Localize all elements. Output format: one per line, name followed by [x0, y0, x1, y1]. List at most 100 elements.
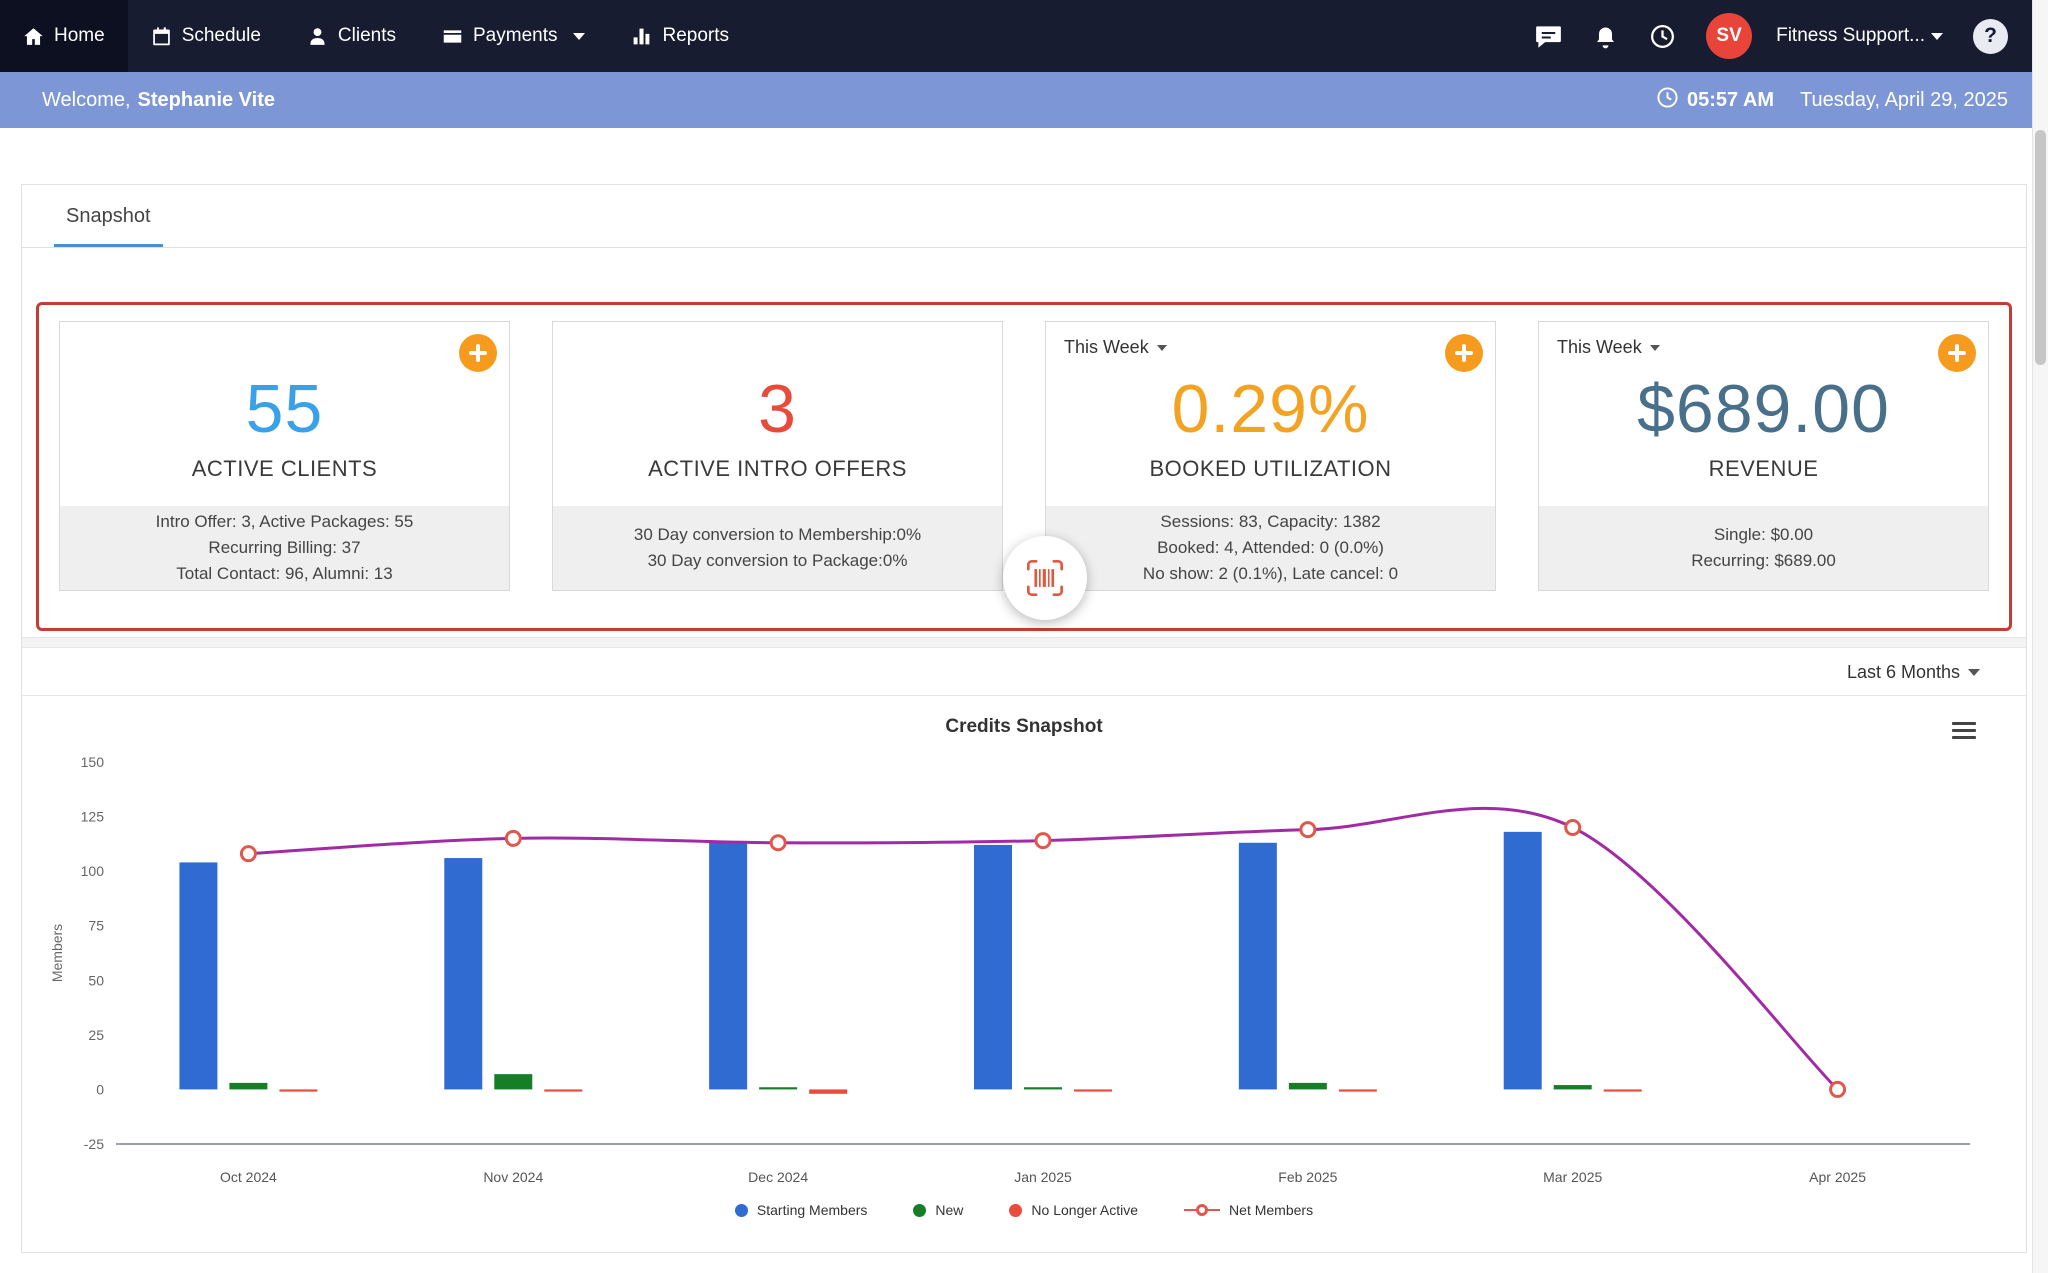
add-booking-button[interactable] [1445, 334, 1483, 372]
svg-text:Apr 2025: Apr 2025 [1809, 1169, 1866, 1185]
credits-chart-plot[interactable]: 1501251007550250-25MembersOct 2024Nov 20… [44, 746, 2004, 1198]
legend-label: Net Members [1229, 1202, 1313, 1218]
x-axis-labels: Oct 2024Nov 2024Dec 2024Jan 2025Feb 2025… [220, 1169, 1866, 1185]
stat-footer: 30 Day conversion to Membership:0% 30 Da… [553, 506, 1002, 590]
add-client-button[interactable] [459, 334, 497, 372]
stat-footer-line: Booked: 4, Attended: 0 (0.0%) [1157, 535, 1384, 561]
legend-item-new[interactable]: New [913, 1202, 963, 1218]
stat-footer-line: Recurring: $689.00 [1691, 548, 1836, 574]
stats-section: 55 ACTIVE CLIENTS Intro Offer: 3, Active… [22, 248, 2026, 631]
add-payment-button[interactable] [1938, 334, 1976, 372]
nav-item-reports[interactable]: Reports [608, 0, 752, 72]
bars-new[interactable] [229, 1074, 1591, 1089]
svg-text:Feb 2025: Feb 2025 [1278, 1169, 1337, 1185]
payments-icon [442, 26, 463, 47]
welcome-bar: Welcome, Stephanie Vite 05:57 AM Tuesday,… [0, 72, 2048, 128]
stat-footer-line: Recurring Billing: 37 [208, 535, 360, 561]
barcode-scan-button[interactable] [1003, 536, 1087, 620]
history-clock-icon[interactable] [1649, 23, 1676, 50]
help-icon[interactable]: ? [1973, 19, 2008, 54]
stat-footer: Intro Offer: 3, Active Packages: 55 Recu… [60, 506, 509, 590]
stat-footer: Single: $0.00 Recurring: $689.00 [1539, 506, 1988, 590]
bars-starting-members[interactable] [179, 832, 1541, 1090]
nav-label-payments: Payments [473, 25, 557, 47]
welcome-datetime: 05:57 AM Tuesday, April 29, 2025 [1656, 86, 2008, 115]
barcode-icon [1025, 558, 1065, 598]
dashboard-panel: Snapshot 55 ACTIVE CLIENTS Intro Offer: … [21, 184, 2027, 1253]
net-members-line[interactable] [248, 808, 1837, 1089]
bars-no-longer-active[interactable] [279, 1089, 1641, 1093]
nav-item-schedule[interactable]: Schedule [128, 0, 284, 72]
bar-chart-icon [631, 26, 652, 47]
main-nav: Home Schedule Clients Payments Report [0, 0, 752, 72]
svg-text:Nov 2024: Nov 2024 [483, 1169, 543, 1185]
svg-text:75: 75 [88, 918, 104, 934]
legend-item-starting-members[interactable]: Starting Members [735, 1202, 867, 1218]
legend-item-net-members[interactable]: Net Members [1184, 1202, 1313, 1218]
stat-value: $689.00 [1637, 370, 1890, 448]
legend-item-no-longer-active[interactable]: No Longer Active [1009, 1202, 1138, 1218]
nav-item-payments[interactable]: Payments [419, 0, 608, 72]
svg-text:125: 125 [81, 809, 105, 825]
stat-value: 3 [758, 370, 797, 448]
stat-footer-line: Total Contact: 96, Alumni: 13 [176, 561, 392, 587]
user-name: Stephanie Vite [138, 89, 275, 111]
period-selector[interactable]: This Week [1557, 337, 1660, 358]
chat-icon[interactable] [1535, 23, 1562, 50]
stat-value: 0.29% [1172, 370, 1370, 448]
tab-snapshot[interactable]: Snapshot [54, 185, 163, 247]
range-label: Last 6 Months [1847, 662, 1960, 683]
legend-label: No Longer Active [1031, 1202, 1138, 1218]
stat-top: 55 ACTIVE CLIENTS [60, 322, 509, 506]
stat-label: BOOKED UTILIZATION [1149, 456, 1391, 482]
greeting-prefix: Welcome, [42, 89, 131, 111]
tab-bar: Snapshot [22, 185, 2026, 248]
stat-top: 3 ACTIVE INTRO OFFERS [553, 322, 1002, 506]
chevron-down-icon [1931, 33, 1943, 40]
scrollbar-thumb[interactable] [2035, 130, 2046, 365]
svg-text:Dec 2024: Dec 2024 [748, 1169, 808, 1185]
current-time: 05:57 AM [1656, 86, 1774, 115]
legend-label: Starting Members [757, 1202, 867, 1218]
clock-icon [1656, 86, 1679, 115]
range-selector[interactable]: Last 6 Months [1847, 662, 1980, 683]
svg-text:Oct 2024: Oct 2024 [220, 1169, 277, 1185]
legend-dot-icon [735, 1204, 748, 1217]
stat-footer-line: 30 Day conversion to Package:0% [648, 548, 908, 574]
y-axis-ticks: 1501251007550250-25 [81, 754, 105, 1152]
section-divider [22, 637, 2026, 648]
avatar[interactable]: SV [1706, 13, 1752, 59]
svg-text:100: 100 [81, 863, 105, 879]
svg-text:25: 25 [88, 1027, 104, 1043]
stat-label: REVENUE [1709, 456, 1819, 482]
calendar-icon [151, 26, 172, 47]
svg-text:50: 50 [88, 972, 104, 988]
chevron-down-icon [1650, 345, 1660, 351]
time-text: 05:57 AM [1687, 89, 1774, 112]
period-selector[interactable]: This Week [1064, 337, 1167, 358]
nav-label-home: Home [54, 25, 105, 47]
stat-footer: Sessions: 83, Capacity: 1382 Booked: 4, … [1046, 506, 1495, 590]
svg-text:-25: -25 [84, 1136, 104, 1152]
stat-footer-line: Sessions: 83, Capacity: 1382 [1160, 509, 1380, 535]
stat-card-revenue: This Week $689.00 REVENUE Single: $0.00 … [1538, 321, 1989, 591]
credits-snapshot-chart: Credits Snapshot 1501251007550250-25Memb… [22, 696, 2026, 1252]
chevron-down-icon [573, 33, 585, 40]
page-content: Snapshot 55 ACTIVE CLIENTS Intro Offer: … [0, 128, 2048, 1271]
person-icon [307, 26, 328, 47]
nav-label-clients: Clients [338, 25, 396, 47]
chart-menu-icon[interactable] [1952, 718, 1976, 743]
account-menu[interactable]: Fitness Support... [1776, 25, 1943, 47]
stat-card-booked-utilization: This Week 0.29% BOOKED UTILIZATION Sessi… [1045, 321, 1496, 591]
welcome-greeting: Welcome, Stephanie Vite [42, 89, 275, 112]
bell-icon[interactable] [1592, 23, 1619, 50]
nav-item-home[interactable]: Home [0, 0, 128, 72]
svg-text:Mar 2025: Mar 2025 [1543, 1169, 1602, 1185]
chart-range-row: Last 6 Months [22, 648, 2026, 696]
nav-item-clients[interactable]: Clients [284, 0, 419, 72]
nav-label-schedule: Schedule [182, 25, 261, 47]
nav-label-reports: Reports [662, 25, 729, 47]
svg-text:0: 0 [96, 1081, 104, 1097]
stat-value: 55 [246, 370, 324, 448]
chart-title: Credits Snapshot [22, 716, 2026, 738]
